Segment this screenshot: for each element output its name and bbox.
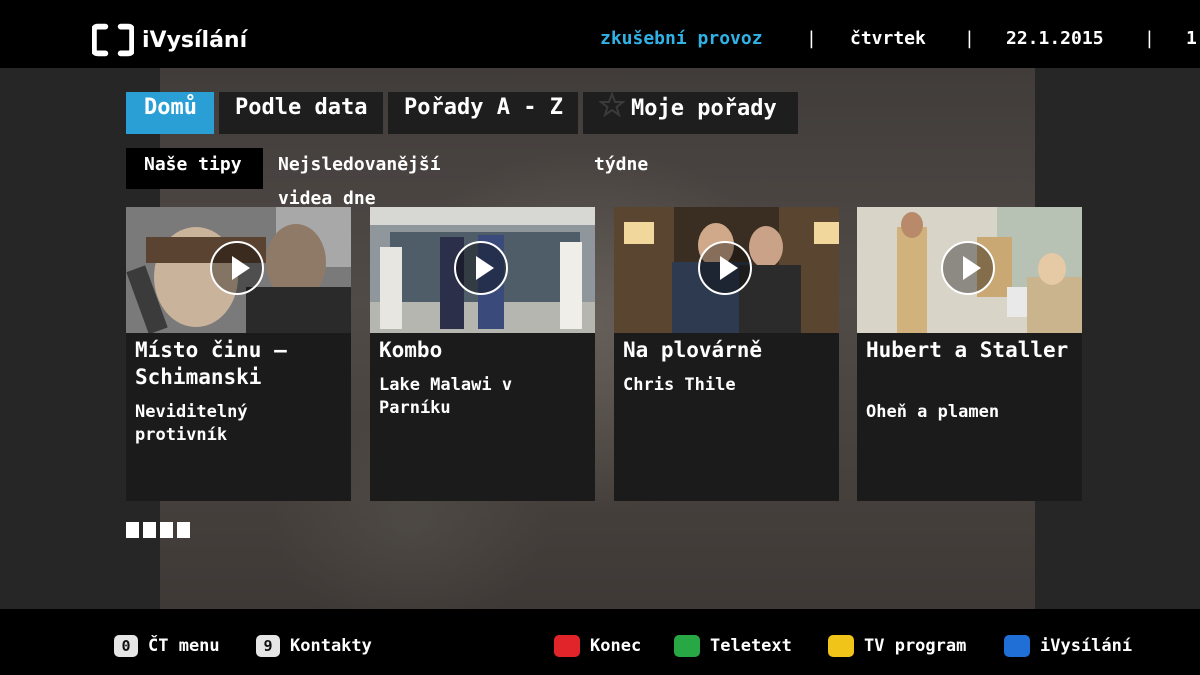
video-thumbnail <box>126 207 351 333</box>
green-key-teletext[interactable]: Teletext <box>674 635 792 657</box>
contacts-key[interactable]: 9 Kontakty <box>256 635 372 657</box>
tab-label: Moje pořady <box>631 96 777 121</box>
video-thumbnail <box>614 207 839 333</box>
ct-menu-key[interactable]: 0 ČT menu <box>114 635 220 657</box>
key-label: Konec <box>590 636 642 656</box>
star-icon <box>598 91 626 128</box>
day-label: čtvrtek <box>850 28 926 49</box>
tab-label: Domů <box>144 95 197 120</box>
bottom-bar: 0 ČT menu 9 Kontakty Konec Teletext TV p… <box>0 609 1200 675</box>
page-dot <box>126 522 139 538</box>
subtab-most-watched-week[interactable]: týdne <box>576 148 666 189</box>
subtab-our-tips[interactable]: Naše tipy <box>126 148 263 189</box>
card-subtitle: Oheň a plamen <box>866 402 1000 422</box>
ct-logo: iVysílání <box>92 22 247 58</box>
date-label: 22.1.2015 <box>1006 28 1104 49</box>
card-title: Na plovárně <box>623 338 763 362</box>
key-label: Teletext <box>710 636 792 656</box>
page-dot <box>143 522 156 538</box>
red-button-icon <box>554 635 580 657</box>
green-button-icon <box>674 635 700 657</box>
card-subtitle: Chris Thile <box>623 375 736 395</box>
tab-label: Pořady A - Z <box>404 95 563 120</box>
logo-text: iVysílání <box>142 27 248 53</box>
key-0-icon: 0 <box>114 635 138 657</box>
trial-status: zkušební provoz <box>600 28 763 49</box>
tab-my-shows[interactable]: Moje pořady <box>583 91 798 134</box>
play-icon <box>941 241 995 295</box>
card-title: Kombo <box>379 338 443 362</box>
tab-home[interactable]: Domů <box>126 92 214 134</box>
red-key-exit[interactable]: Konec <box>554 635 641 657</box>
play-icon <box>454 241 508 295</box>
card-title: Hubert a Staller <box>866 338 1069 362</box>
card-subtitle: Neviditelný protivník <box>135 402 248 445</box>
card-subtitle: Lake Malawi v Parníku <box>379 375 513 418</box>
card-title: Místo činu – Schimanski <box>135 338 287 389</box>
blue-key-ivysilani[interactable]: iVysílání <box>1004 635 1132 657</box>
play-icon <box>698 241 752 295</box>
key-9-icon: 9 <box>256 635 280 657</box>
tab-label: Podle data <box>235 95 368 120</box>
page-dot <box>160 522 173 538</box>
separator: | <box>964 28 975 49</box>
subtab-label: týdne <box>594 154 649 175</box>
video-card[interactable]: Kombo Lake Malawi v Parníku <box>370 207 595 501</box>
page-indicator <box>126 522 190 538</box>
video-card[interactable]: Místo činu – Schimanski Neviditelný prot… <box>126 207 351 501</box>
video-card[interactable]: Na plovárně Chris Thile <box>614 207 839 501</box>
page-dot <box>177 522 190 538</box>
play-icon <box>210 241 264 295</box>
ct-logo-icon <box>92 23 134 57</box>
subtab-most-watched-day[interactable]: Nejsledovanější videa dne <box>260 148 459 209</box>
tab-shows-a-z[interactable]: Pořady A - Z <box>388 92 578 134</box>
top-bar: iVysílání zkušební provoz | čtvrtek | 22… <box>0 0 1200 68</box>
video-card[interactable]: Hubert a Staller Oheň a plamen <box>857 207 1082 501</box>
key-label: ČT menu <box>148 636 220 656</box>
yellow-key-tv-program[interactable]: TV program <box>828 635 966 657</box>
yellow-button-icon <box>828 635 854 657</box>
key-label: Kontakty <box>290 636 372 656</box>
video-thumbnail <box>857 207 1082 333</box>
clock-label: 1 <box>1186 28 1197 49</box>
key-label: TV program <box>864 636 967 656</box>
separator: | <box>806 28 817 49</box>
blue-button-icon <box>1004 635 1030 657</box>
tab-by-date[interactable]: Podle data <box>219 92 383 134</box>
video-thumbnail <box>370 207 595 333</box>
key-label: iVysílání <box>1040 636 1133 656</box>
subtab-label: Naše tipy <box>144 154 242 175</box>
separator: | <box>1144 28 1155 49</box>
